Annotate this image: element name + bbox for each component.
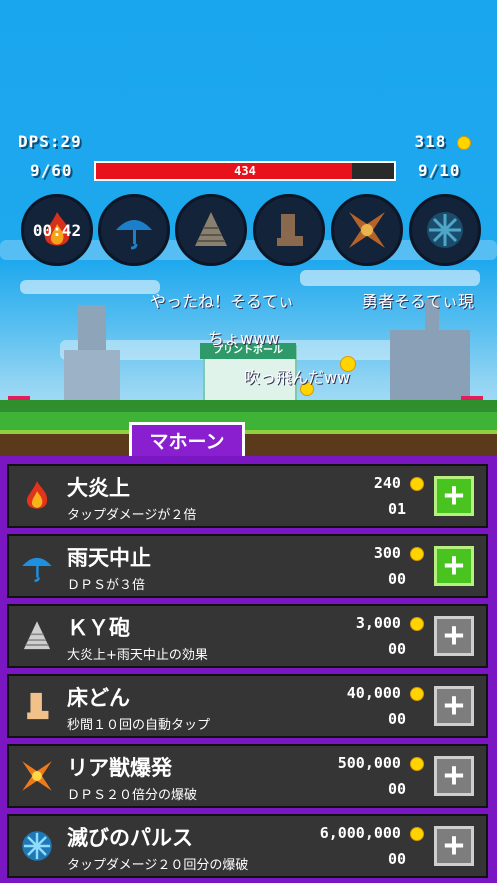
price-value: 500,000 (337, 754, 401, 772)
coin-icon (457, 135, 471, 150)
stage-progress: 9/60 (30, 161, 73, 180)
chat-line: ちょwww (208, 329, 280, 348)
chat-line: 勇者そるてぃ現 (362, 292, 475, 311)
item-name: リア獣爆発 (67, 756, 172, 780)
tower-left-base (64, 350, 120, 405)
price-value: 6,000,000 (319, 824, 401, 842)
explosion-icon (22, 761, 52, 791)
item-level: 00 (387, 710, 406, 728)
snowflake-icon (22, 831, 52, 861)
upgrade-panel: 大炎上 タップダメージが２倍 240 01 + 雨天中止 ＤＰＳが３倍 300 … (0, 456, 497, 883)
hp-value: 434 (234, 164, 256, 178)
upgrade-button[interactable]: + (434, 756, 474, 796)
item-level: 00 (387, 850, 406, 868)
coin-icon (410, 756, 424, 771)
item-description: 大炎上+雨天中止の効果 (67, 648, 208, 663)
price-value: 3,000 (355, 614, 401, 632)
item-name: 滅びのパルス (67, 826, 193, 850)
ground (0, 400, 497, 460)
item-description: ＤＰＳ２０倍分の爆破 (67, 788, 198, 803)
item-level: 00 (387, 640, 406, 658)
foot-icon (277, 214, 303, 246)
item-level: 01 (387, 500, 406, 518)
item-level: 00 (387, 780, 406, 798)
skill-cone[interactable] (175, 194, 247, 266)
item-price: 300 (374, 544, 424, 562)
coin-icon (410, 546, 424, 561)
item-price: 500,000 (338, 754, 424, 772)
castle (390, 330, 470, 405)
hp-bar: 434 (94, 161, 396, 181)
item-price: 6,000,000 (320, 824, 424, 842)
list-item: 雨天中止 ＤＰＳが３倍 300 00 + (7, 534, 488, 598)
umbrella-icon (116, 220, 152, 250)
item-price: 240 (374, 474, 424, 492)
umbrella-icon (22, 557, 52, 582)
wave-progress: 9/10 (418, 161, 461, 180)
cone-icon (23, 621, 51, 650)
skill-umbrella[interactable] (98, 194, 170, 266)
item-name: 床どん (67, 686, 130, 710)
upgrade-button[interactable]: + (434, 686, 474, 726)
item-description: 秒間１０回の自動タップ (67, 718, 211, 733)
item-level: 00 (387, 570, 406, 588)
price-value: 40,000 (346, 684, 401, 702)
upgrade-button[interactable]: + (434, 476, 474, 516)
cloud (300, 270, 480, 286)
list-item: 床どん 秒間１０回の自動タップ 40,000 00 + (7, 674, 488, 738)
game-scene[interactable]: プリントポール DPS:29 318 9/60 9/10 434 00:42 や… (0, 0, 497, 460)
item-name: 大炎上 (67, 476, 130, 500)
item-description: タップダメージが２倍 (67, 508, 197, 523)
coin-count: 318 (414, 132, 447, 151)
coin-icon (410, 476, 424, 491)
cloud (20, 280, 160, 294)
list-item: 大炎上 タップダメージが２倍 240 01 + (7, 464, 488, 528)
item-description: ＤＰＳが３倍 (67, 578, 146, 593)
coin-icon (410, 616, 424, 631)
foot-icon (27, 692, 49, 720)
explosion-icon (349, 212, 385, 248)
cone-icon (195, 212, 227, 246)
dps-label: DPS:29 (18, 132, 82, 151)
coin-counter: 318 (414, 132, 471, 151)
list-item: ＫＹ砲 大炎上+雨天中止の効果 3,000 00 + (7, 604, 488, 668)
skill-explosion[interactable] (331, 194, 403, 266)
item-price: 40,000 (347, 684, 424, 702)
price-value: 240 (373, 474, 401, 492)
item-name: 雨天中止 (67, 546, 151, 570)
upgrade-button[interactable]: + (434, 826, 474, 866)
list-item: リア獣爆発 ＤＰＳ２０倍分の爆破 500,000 00 + (7, 744, 488, 808)
skill-timer: 00:42 (32, 220, 82, 240)
fire-icon (26, 481, 48, 509)
coin-icon (410, 826, 424, 841)
item-name: ＫＹ砲 (67, 616, 130, 640)
upgrade-button[interactable]: + (434, 616, 474, 656)
chat-line: やったね！そるてぃ (150, 292, 295, 311)
skill-fire[interactable]: 00:42 (21, 194, 93, 266)
upgrade-button[interactable]: + (434, 546, 474, 586)
price-value: 300 (373, 544, 401, 562)
tab-magic[interactable]: マホーン (129, 422, 245, 460)
coin-icon (410, 686, 424, 701)
skill-foot[interactable] (253, 194, 325, 266)
skill-snowflake[interactable] (409, 194, 481, 266)
chat-line: 吹っ飛んだww (244, 368, 351, 387)
item-price: 3,000 (356, 614, 424, 632)
snowflake-icon (427, 212, 463, 248)
item-description: タップダメージ２０回分の爆破 (67, 858, 249, 873)
list-item: 滅びのパルス タップダメージ２０回分の爆破 6,000,000 00 + (7, 814, 488, 878)
